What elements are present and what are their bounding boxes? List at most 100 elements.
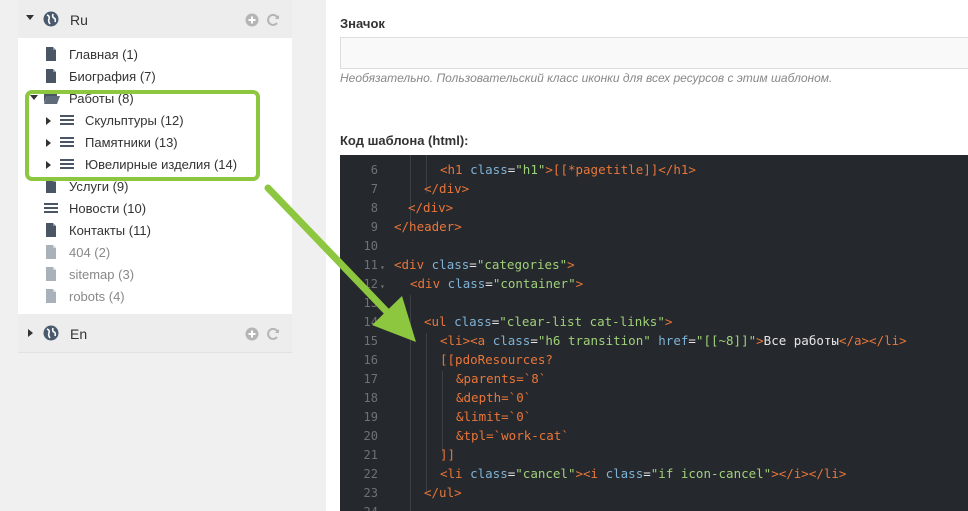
- tree-node-label: Работы (8): [69, 91, 134, 106]
- add-icon[interactable]: [245, 327, 259, 341]
- code-token: >[[*pagetitle]]</h1>: [545, 162, 696, 177]
- line-number: 15: [363, 334, 378, 348]
- expand-toggle-icon[interactable]: [26, 15, 34, 20]
- refresh-icon[interactable]: [266, 327, 280, 341]
- code-token: &limit=`0`: [456, 409, 532, 424]
- code-token: class: [454, 314, 492, 329]
- code-line: </header>: [394, 219, 462, 234]
- code-token: class: [470, 162, 508, 177]
- code-line: [[pdoResources?: [440, 352, 553, 367]
- tree-node-label: sitemap (3): [69, 267, 135, 282]
- indent-guide: [442, 371, 443, 453]
- file-icon: [44, 47, 58, 61]
- code-token: =: [530, 333, 538, 348]
- line-number: 9: [370, 220, 378, 234]
- code-token: &parents=`8`: [456, 371, 547, 386]
- line-number: 8: [370, 201, 378, 215]
- code-token: =: [469, 257, 477, 272]
- code-token: <li: [440, 466, 471, 481]
- tree-node-label: Услуги (9): [69, 179, 129, 194]
- code-editor[interactable]: 6 7 8 9 10 11 12 13 14 15 16 17 18 19 20…: [340, 155, 968, 511]
- line-number: 12: [363, 277, 378, 291]
- refresh-icon[interactable]: [266, 13, 280, 27]
- resource-tree: Ru Главная (1) Биография (7) Работы (8) …: [18, 0, 292, 353]
- line-number: 24: [340, 505, 378, 511]
- code-token: class: [492, 333, 531, 348]
- code-field-label: Код шаблона (html):: [340, 133, 469, 148]
- code-token: =: [485, 276, 493, 291]
- code-token: </ul>: [424, 485, 462, 500]
- file-icon: [44, 245, 58, 259]
- fold-toggle-icon[interactable]: ▾: [380, 320, 385, 329]
- expand-toggle-icon[interactable]: [46, 139, 51, 147]
- code-token: class: [470, 466, 508, 481]
- line-number: 19: [363, 410, 378, 424]
- file-icon: [44, 179, 58, 193]
- code-token: [[pdoResources?: [440, 352, 553, 367]
- code-token: </div>: [424, 181, 470, 196]
- line-number: 20: [363, 429, 378, 443]
- line-number: 18: [363, 391, 378, 405]
- collapse-toggle-icon[interactable]: [30, 95, 38, 100]
- tree-node-label: Главная (1): [69, 47, 138, 62]
- line-number: 11: [363, 258, 378, 272]
- code-line: &parents=`8`: [456, 371, 546, 386]
- expand-toggle-icon[interactable]: [28, 329, 33, 337]
- code-line: <div class="container">: [410, 276, 583, 291]
- context-label: En: [70, 326, 88, 342]
- add-icon[interactable]: [245, 13, 259, 27]
- tree-node-label: Ювелирные изделия (14): [85, 157, 238, 172]
- expand-toggle-icon[interactable]: [46, 117, 51, 125]
- code-line: </div>: [408, 200, 453, 215]
- globe-icon: [43, 325, 59, 341]
- code-token: </header>: [394, 219, 462, 234]
- expand-toggle-icon[interactable]: [46, 161, 51, 169]
- line-number: 14: [363, 315, 378, 329]
- line-number: 7: [370, 182, 378, 196]
- line-number: 23: [363, 486, 378, 500]
- code-token: &tpl=`work-cat`: [456, 428, 569, 443]
- file-icon: [44, 69, 58, 83]
- line-number: 16: [363, 353, 378, 367]
- list-icon: [60, 113, 74, 127]
- list-icon: [60, 135, 74, 149]
- code-token: "clear-list cat-links": [499, 314, 665, 329]
- tree-node-label: Новости (10): [69, 201, 147, 216]
- code-line: <li><a class="h6 transition" href="[[~8]…: [440, 333, 907, 348]
- tree-node-label: robots (4): [69, 289, 125, 304]
- code-token: ]]: [440, 447, 456, 462]
- code-token: "[[~8]]": [695, 333, 757, 348]
- line-number: 17: [363, 372, 378, 386]
- fold-toggle-icon[interactable]: ▾: [380, 263, 385, 272]
- code-token: "container": [492, 276, 576, 291]
- list-icon: [44, 201, 58, 215]
- line-number: 22: [363, 467, 378, 481]
- code-token: >: [567, 257, 575, 272]
- code-token: >: [664, 314, 673, 329]
- icon-class-input[interactable]: [340, 37, 968, 69]
- context-ru[interactable]: Ru: [18, 0, 292, 38]
- file-icon: [44, 289, 58, 303]
- fold-toggle-icon[interactable]: ▾: [380, 282, 385, 291]
- indent-guide: [410, 295, 411, 511]
- code-line: ]]: [440, 447, 455, 462]
- context-en[interactable]: En: [18, 314, 292, 352]
- code-token: =: [643, 466, 651, 481]
- indent-guide: [426, 333, 427, 493]
- icon-field-label: Значок: [340, 16, 385, 31]
- tree-node-label: Памятники (13): [85, 135, 178, 150]
- code-token: "categories": [476, 257, 568, 272]
- code-line: <h1 class="h1">[[*pagetitle]]</h1>: [440, 162, 696, 177]
- code-line: &limit=`0`: [456, 409, 531, 424]
- line-number: 13: [363, 296, 378, 310]
- code-token: <li><a: [440, 333, 493, 348]
- code-token: &depth=`0`: [456, 390, 532, 405]
- code-token: "h1": [515, 162, 546, 177]
- tree-node-label: Контакты (11): [69, 223, 151, 238]
- code-token: class: [431, 257, 470, 272]
- tree-node-label: Биография (7): [69, 69, 156, 84]
- code-line: <ul class="clear-list cat-links">: [424, 314, 672, 329]
- tree-node-label: Скульптуры (12): [85, 113, 184, 128]
- code-token: </a></li>: [838, 333, 907, 348]
- template-form: Значок Необязательно. Пользовательский к…: [326, 0, 968, 511]
